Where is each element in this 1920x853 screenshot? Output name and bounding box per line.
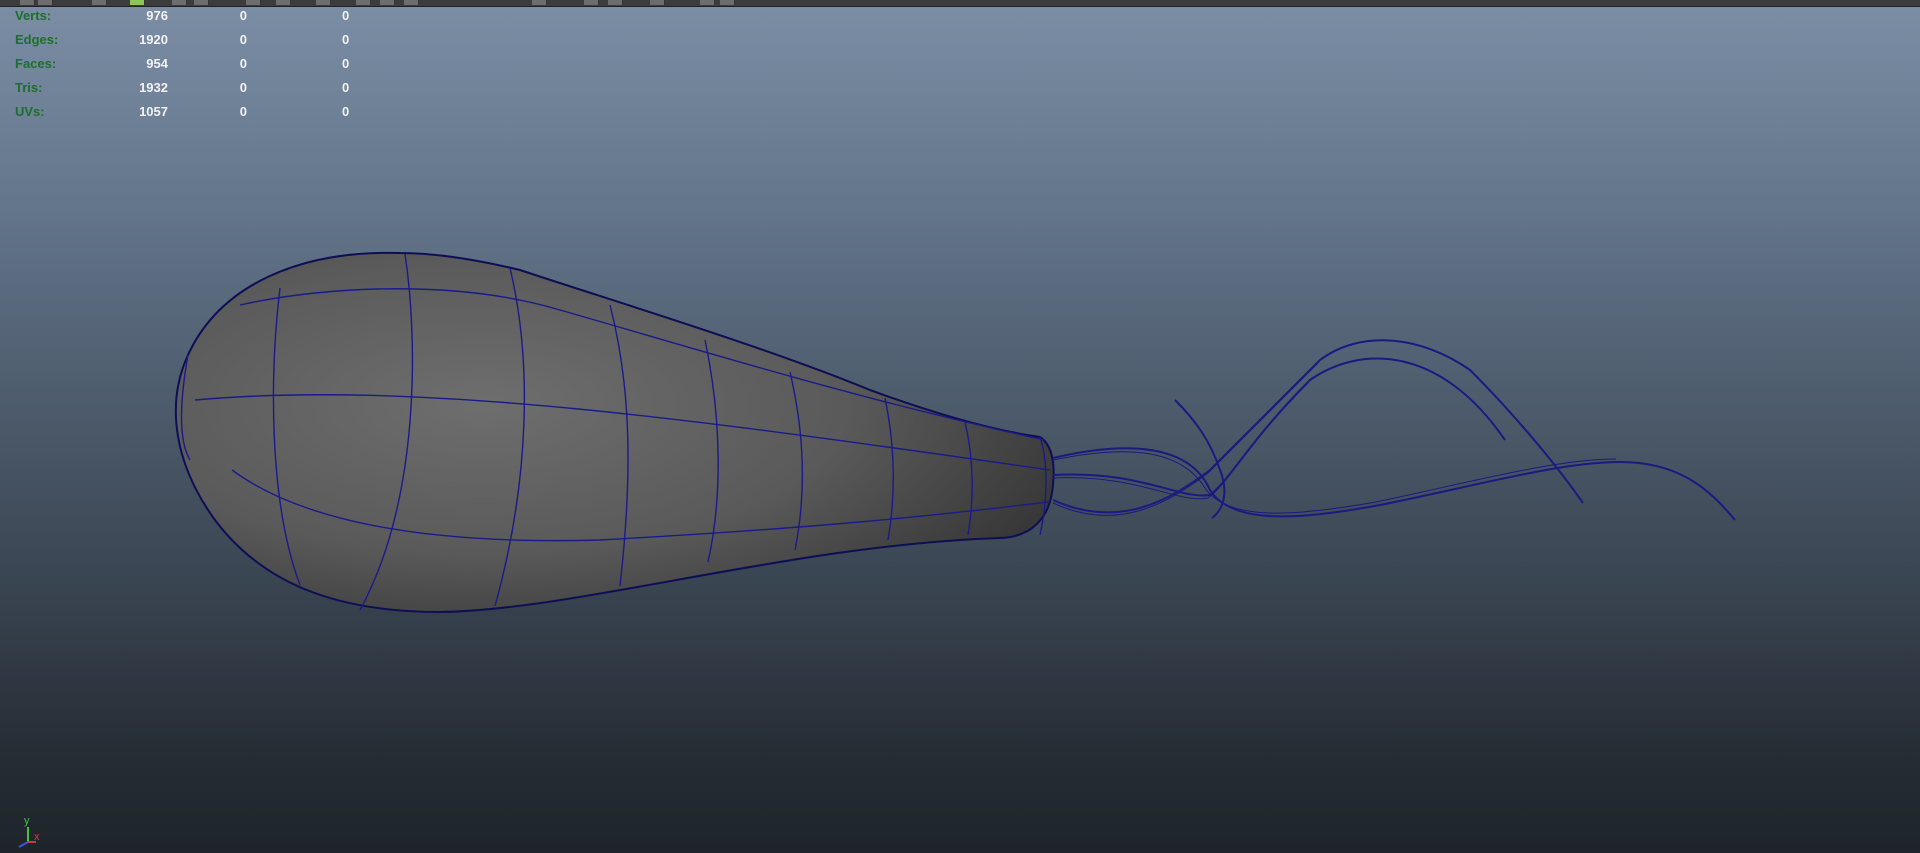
hud-label: Faces: bbox=[15, 56, 57, 71]
hud-selected-value: 0 bbox=[239, 56, 247, 71]
hud-total-value: 1932 bbox=[139, 80, 168, 95]
hud-total-value: 976 bbox=[146, 8, 168, 23]
hud-selected-value: 0 bbox=[239, 80, 247, 95]
hud-label: Verts: bbox=[15, 8, 52, 23]
hud-selected-value: 0 bbox=[239, 104, 247, 119]
hud-label: Tris: bbox=[15, 80, 43, 95]
bacterium-body[interactable] bbox=[174, 251, 1055, 614]
hud-total-value: 1920 bbox=[139, 32, 168, 47]
hud-selected-value: 0 bbox=[239, 32, 247, 47]
hud-label: UVs: bbox=[15, 104, 45, 119]
hud-total-value: 1057 bbox=[139, 104, 168, 119]
axis-y-label: y bbox=[24, 815, 30, 827]
hud-label: Edges: bbox=[15, 32, 59, 47]
hud-selected-value: 0 bbox=[239, 8, 247, 23]
axis-x-label: x bbox=[34, 831, 40, 843]
3d-viewport[interactable] bbox=[0, 0, 1920, 853]
view-axis: y x bbox=[8, 815, 48, 851]
flagella bbox=[1052, 339, 1736, 521]
hud-total-value: 954 bbox=[146, 56, 168, 71]
